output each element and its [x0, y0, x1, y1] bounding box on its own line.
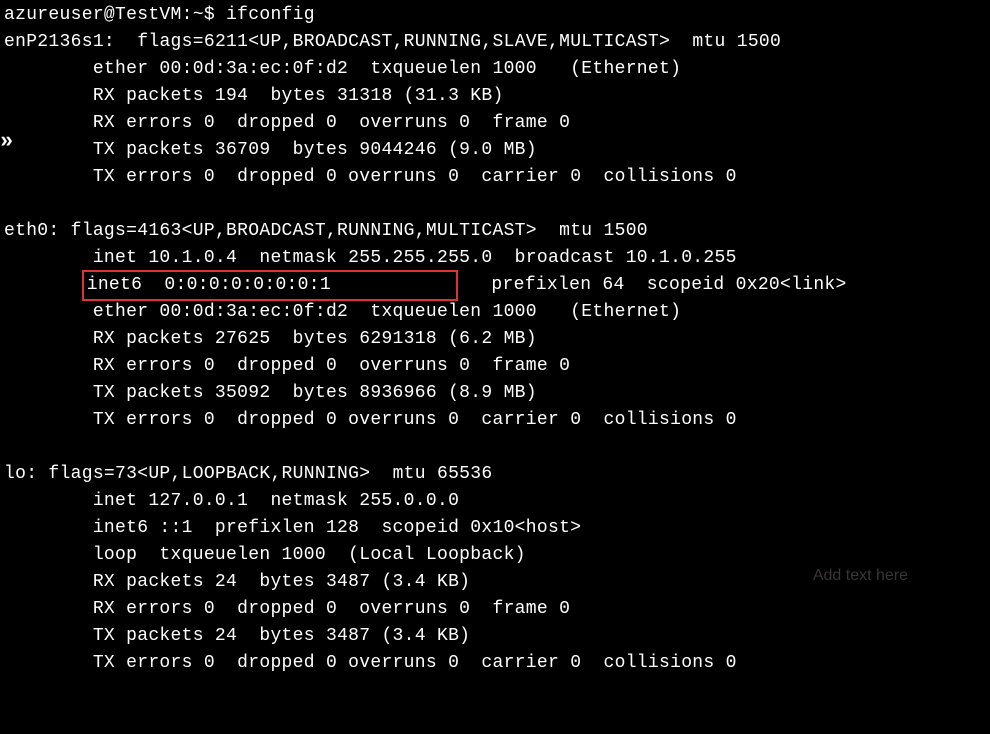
- eth0-rx-errors: RX errors 0 dropped 0 overruns 0 frame 0: [4, 353, 986, 380]
- lo-rx-errors: RX errors 0 dropped 0 overruns 0 frame 0: [4, 596, 986, 623]
- interface-lo-header: lo: flags=73<UP,LOOPBACK,RUNNING> mtu 65…: [4, 461, 986, 488]
- prompt-user-host: azureuser@TestVM: [4, 5, 182, 25]
- lo-tx-packets: TX packets 24 bytes 3487 (3.4 KB): [4, 623, 986, 650]
- eth0-ether-line: ether 00:0d:3a:ec:0f:d2 txqueuelen 1000 …: [4, 299, 986, 326]
- lo-inet-line: inet 127.0.0.1 netmask 255.0.0.0: [4, 488, 986, 515]
- interface-name: enP2136s1:: [4, 32, 115, 52]
- lo-tx-errors: TX errors 0 dropped 0 overruns 0 carrier…: [4, 650, 986, 677]
- enp-tx-packets: TX packets 36709 bytes 9044246 (9.0 MB): [4, 137, 986, 164]
- eth0-tx-packets: TX packets 35092 bytes 8936966 (8.9 MB): [4, 380, 986, 407]
- eth0-inet-line: inet 10.1.0.4 netmask 255.255.255.0 broa…: [4, 245, 986, 272]
- side-marker-icon: »: [0, 128, 7, 155]
- interface-eth0-header: eth0: flags=4163<UP,BROADCAST,RUNNING,MU…: [4, 218, 986, 245]
- blank-line: [4, 434, 986, 461]
- enp-ether-line: ether 00:0d:3a:ec:0f:d2 txqueuelen 1000 …: [4, 56, 986, 83]
- blank-line: [4, 191, 986, 218]
- eth0-rx-packets: RX packets 27625 bytes 6291318 (6.2 MB): [4, 326, 986, 353]
- enp-tx-errors: TX errors 0 dropped 0 overruns 0 carrier…: [4, 164, 986, 191]
- interface-flags: flags=4163<UP,BROADCAST,RUNNING,MULTICAS…: [60, 221, 648, 241]
- inet6-suffix: prefixlen 64 scopeid 0x20<link>: [458, 275, 847, 295]
- interface-flags: flags=6211<UP,BROADCAST,RUNNING,SLAVE,MU…: [115, 32, 781, 52]
- interface-name: eth0:: [4, 221, 60, 241]
- add-text-placeholder[interactable]: Add text here: [813, 562, 908, 589]
- ipv6-highlight-box: inet6 0:0:0:0:0:0:0:1: [82, 270, 458, 301]
- eth0-inet6-line: inet6 0:0:0:0:0:0:0:1 prefixlen 64 scope…: [4, 272, 986, 299]
- prompt-path: :~$: [182, 5, 215, 25]
- enp-rx-errors: RX errors 0 dropped 0 overruns 0 frame 0: [4, 110, 986, 137]
- inet6-prefix: [4, 275, 82, 295]
- eth0-tx-errors: TX errors 0 dropped 0 overruns 0 carrier…: [4, 407, 986, 434]
- interface-flags: flags=73<UP,LOOPBACK,RUNNING> mtu 65536: [37, 464, 492, 484]
- prompt-line: azureuser@TestVM:~$ ifconfig: [4, 2, 986, 29]
- lo-inet6-line: inet6 ::1 prefixlen 128 scopeid 0x10<hos…: [4, 515, 986, 542]
- interface-enp-header: enP2136s1: flags=6211<UP,BROADCAST,RUNNI…: [4, 29, 986, 56]
- interface-name: lo:: [4, 464, 37, 484]
- prompt-command: ifconfig: [226, 5, 315, 25]
- enp-rx-packets: RX packets 194 bytes 31318 (31.3 KB): [4, 83, 986, 110]
